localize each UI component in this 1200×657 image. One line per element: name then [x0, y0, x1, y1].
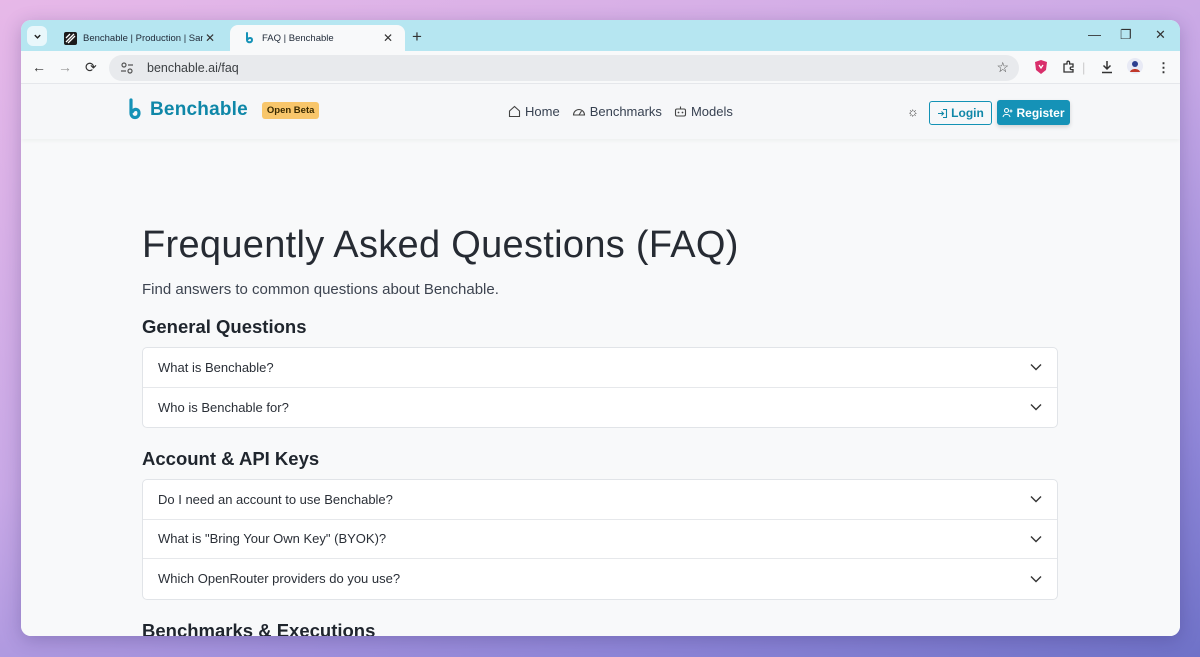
main-nav: Home Benchmarks Models	[508, 104, 733, 119]
faq-content: Frequently Asked Questions (FAQ) Find an…	[142, 224, 1058, 636]
tab-strip: Benchable | Production | Sanity ✕ FAQ | …	[21, 20, 1180, 51]
browser-toolbar: ← → ⟳ benchable.ai/faq ☆ | ⋮	[21, 51, 1180, 84]
faq-accordion-general: What is Benchable? Who is Benchable for?	[142, 347, 1058, 428]
user-plus-icon	[1002, 107, 1013, 118]
page-subtitle: Find answers to common questions about B…	[142, 281, 499, 298]
faq-question: What is "Bring Your Own Key" (BYOK)?	[158, 531, 387, 547]
page-title: Frequently Asked Questions (FAQ)	[142, 224, 739, 266]
chevron-down-icon	[1030, 575, 1042, 583]
restore-icon[interactable]: ❐	[1120, 27, 1132, 43]
site-navbar: Benchable Open Beta Home Benchmarks Mode…	[21, 84, 1180, 139]
tab-title: Benchable | Production | Sanity	[83, 32, 203, 44]
nav-home[interactable]: Home	[508, 104, 560, 119]
faq-question: What is Benchable?	[158, 359, 274, 375]
reload-icon[interactable]: ⟳	[85, 59, 97, 76]
login-button[interactable]: Login	[929, 101, 992, 125]
nav-benchmarks-label: Benchmarks	[589, 104, 662, 119]
faq-accordion-account: Do I need an account to use Benchable? W…	[142, 479, 1058, 600]
sanity-favicon-icon	[64, 31, 77, 45]
nav-home-label: Home	[525, 104, 560, 119]
nav-models-label: Models	[690, 104, 733, 119]
home-icon	[508, 105, 521, 118]
register-button[interactable]: Register	[997, 100, 1070, 125]
nav-benchmarks[interactable]: Benchmarks	[572, 104, 662, 119]
tab-sanity[interactable]: Benchable | Production | Sanity ✕	[51, 25, 227, 51]
new-tab-icon[interactable]: +	[412, 27, 422, 47]
bookmark-star-icon[interactable]: ☆	[996, 59, 1009, 76]
toolbar-divider: |	[1082, 60, 1086, 75]
web-page: Benchable Open Beta Home Benchmarks Mode…	[21, 84, 1180, 636]
benchable-logo-icon	[129, 98, 141, 120]
back-icon[interactable]: ←	[32, 59, 46, 75]
gauge-icon	[572, 109, 585, 116]
chevron-down-icon	[1030, 535, 1042, 543]
faq-question: Who is Benchable for?	[158, 399, 289, 415]
robot-icon	[674, 106, 686, 117]
avatar[interactable]	[1127, 58, 1143, 74]
login-icon	[938, 108, 948, 118]
faq-item[interactable]: What is "Bring Your Own Key" (BYOK)?	[143, 520, 1057, 559]
browser-window: Benchable | Production | Sanity ✕ FAQ | …	[21, 20, 1180, 636]
chevron-down-icon	[1030, 404, 1042, 411]
address-bar[interactable]: benchable.ai/faq ☆	[109, 55, 1019, 81]
extensions-puzzle-icon[interactable]	[1062, 60, 1076, 74]
download-icon[interactable]	[1100, 60, 1114, 74]
minimize-icon[interactable]: —	[1088, 27, 1101, 42]
faq-item[interactable]: Who is Benchable for?	[143, 388, 1057, 428]
nav-models[interactable]: Models	[674, 104, 733, 119]
faq-item[interactable]: Do I need an account to use Benchable?	[143, 480, 1057, 520]
site-settings-icon[interactable]	[119, 60, 135, 76]
url-text: benchable.ai/faq	[147, 61, 239, 75]
tab-title: FAQ | Benchable	[262, 32, 334, 44]
brand[interactable]: Benchable Open Beta	[127, 98, 320, 122]
sun-icon[interactable]: ☼	[907, 104, 919, 119]
brand-name: Benchable	[150, 99, 248, 120]
brave-shield-icon[interactable]	[1034, 59, 1048, 75]
tab-search-button[interactable]	[27, 26, 47, 46]
section-title-account: Account & API Keys	[142, 448, 320, 469]
faq-question: Do I need an account to use Benchable?	[158, 491, 393, 507]
forward-icon[interactable]: →	[58, 59, 72, 75]
section-title-general: General Questions	[142, 316, 307, 337]
close-window-icon[interactable]: ✕	[1155, 27, 1166, 43]
faq-question: Which OpenRouter providers do you use?	[158, 571, 401, 587]
tab-faq[interactable]: FAQ | Benchable ✕	[230, 25, 405, 51]
menu-kebab-icon[interactable]: ⋮	[1157, 60, 1170, 76]
beta-badge: Open Beta	[261, 101, 320, 119]
faq-item[interactable]: Which OpenRouter providers do you use?	[143, 559, 1057, 599]
faq-item[interactable]: What is Benchable?	[143, 348, 1057, 388]
register-label: Register	[1016, 105, 1065, 120]
chevron-down-icon	[1030, 364, 1042, 371]
benchable-favicon-icon	[246, 31, 254, 43]
chevron-down-icon	[1030, 496, 1042, 503]
chevron-down-icon	[33, 34, 41, 39]
section-title-benchmarks: Benchmarks & Executions	[142, 619, 376, 637]
tab-close-icon[interactable]: ✕	[203, 31, 217, 45]
tab-close-icon[interactable]: ✕	[381, 31, 395, 45]
login-label: Login	[951, 106, 984, 120]
